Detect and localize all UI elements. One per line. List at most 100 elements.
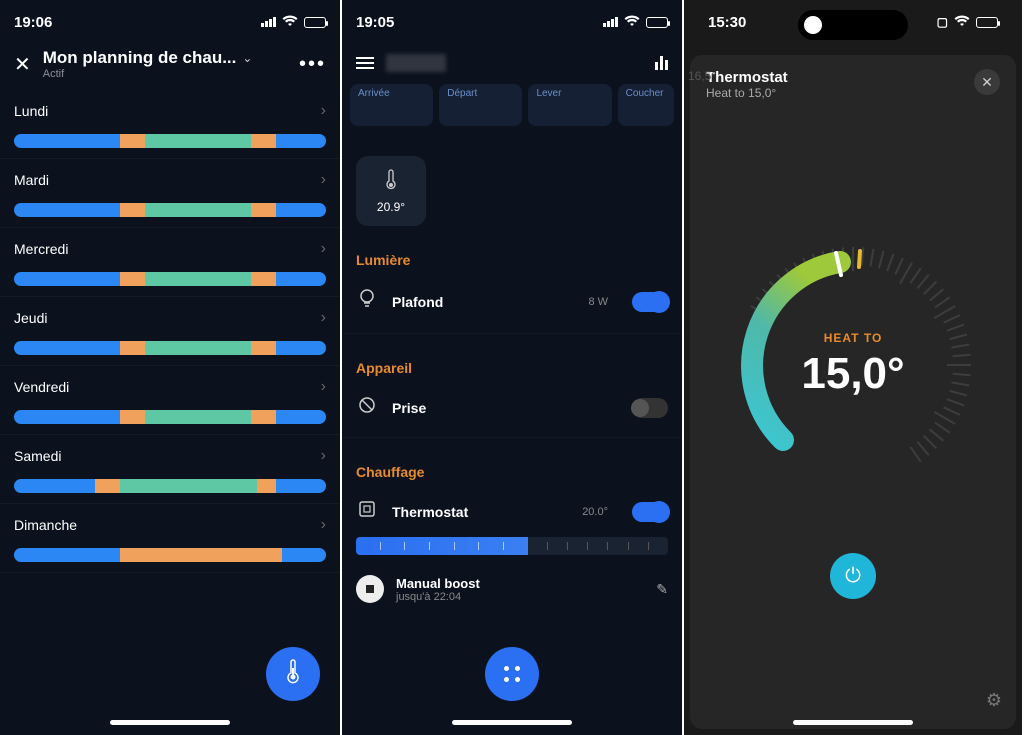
boost-subtitle: jusqu'à 22:04 <box>396 591 644 603</box>
device-meta: 8 W <box>588 296 608 308</box>
cellular-icon <box>603 17 618 27</box>
card-title: Thermostat <box>706 69 788 86</box>
grid-icon <box>504 666 520 682</box>
pencil-icon[interactable]: ✎ <box>656 581 668 598</box>
day-row[interactable]: Jeudi › <box>0 297 340 366</box>
event-card[interactable]: Coucher <box>618 84 674 126</box>
power-button[interactable]: ⏻ <box>830 553 876 599</box>
stop-boost-button[interactable] <box>356 575 384 603</box>
status-icons: ▢ <box>937 14 998 31</box>
day-label: Mardi <box>14 172 49 188</box>
battery-icon <box>304 17 326 28</box>
status-icons <box>261 14 326 31</box>
section-title-light: Lumière <box>342 226 682 270</box>
day-timeline <box>14 272 326 286</box>
day-timeline <box>14 341 326 355</box>
temperature-tile[interactable]: 20.9° <box>356 156 426 226</box>
cellular-icon <box>261 17 276 27</box>
day-label: Mercredi <box>14 241 68 257</box>
home-indicator[interactable] <box>793 720 913 725</box>
boost-text: Manual boost jusqu'à 22:04 <box>396 576 644 603</box>
thermostat-card: 16,5° Thermostat Heat to 15,0° ✕ <box>690 55 1016 729</box>
day-timeline <box>14 479 326 493</box>
room-name-blurred <box>386 54 446 72</box>
event-card[interactable]: Départ <box>439 84 522 126</box>
schedule-screen: 19:06 ✕ Mon planning de chau... ⌄ Actif … <box>0 0 342 735</box>
toggle-thermostat[interactable] <box>632 502 668 522</box>
stats-icon[interactable] <box>655 56 668 70</box>
fab-thermometer[interactable] <box>266 647 320 701</box>
close-icon[interactable]: ✕ <box>14 52 31 77</box>
section-title-heating: Chauffage <box>342 438 682 482</box>
status-bar: 19:06 <box>0 0 340 44</box>
section-title-appliance: Appareil <box>342 334 682 378</box>
power-icon: ⏻ <box>845 565 861 588</box>
day-row[interactable]: Lundi › <box>0 90 340 159</box>
thermostat-slider[interactable] <box>356 537 668 555</box>
home-indicator[interactable] <box>452 720 572 725</box>
dashboard-screen: 19:05 ArrivéeDépartLeverCoucher 20.9° Lu… <box>342 0 684 735</box>
card-header: Thermostat Heat to 15,0° ✕ <box>706 69 1000 100</box>
home-indicator[interactable] <box>110 720 230 725</box>
day-timeline <box>14 410 326 424</box>
day-list: Lundi › Mardi › Mercredi › Jeudi › Vendr… <box>0 90 340 573</box>
focus-icon: ▢ <box>937 15 948 29</box>
heat-to-label: HEAT TO <box>824 331 883 345</box>
menu-icon[interactable] <box>356 57 374 69</box>
ambient-temp: 16,5° <box>688 69 716 83</box>
toggle-prise[interactable] <box>632 398 668 418</box>
device-row-plafond[interactable]: Plafond 8 W <box>342 270 682 334</box>
event-card[interactable]: Arrivée <box>350 84 433 126</box>
chevron-right-icon: › <box>321 447 326 465</box>
day-row[interactable]: Mardi › <box>0 159 340 228</box>
gear-icon[interactable]: ⚙ <box>986 690 1002 711</box>
close-button[interactable]: ✕ <box>974 69 1000 95</box>
page-title: Mon planning de chau... <box>43 48 237 68</box>
chevron-right-icon: › <box>321 171 326 189</box>
chevron-right-icon: › <box>321 240 326 258</box>
status-icons <box>603 14 668 31</box>
chevron-right-icon: › <box>321 102 326 120</box>
battery-charging-icon <box>976 17 998 28</box>
day-row[interactable]: Dimanche › <box>0 504 340 573</box>
screen-header: ✕ Mon planning de chau... ⌄ Actif ••• <box>0 44 340 90</box>
status-bar: 19:05 <box>342 0 682 44</box>
card-subtitle: Heat to 15,0° <box>706 86 788 100</box>
day-label: Vendredi <box>14 379 69 395</box>
dashboard-header <box>342 44 682 84</box>
thermostat-icon <box>356 500 378 523</box>
more-icon[interactable]: ••• <box>299 53 326 76</box>
device-meta: 20.0° <box>582 506 608 518</box>
bulb-icon <box>356 288 378 315</box>
dynamic-island <box>798 10 908 40</box>
thermostat-screen: 15:30 ▢ 16,5° Thermostat Heat to 15,0° ✕ <box>684 0 1024 735</box>
device-row-thermostat[interactable]: Thermostat 20.0° <box>342 482 682 533</box>
device-row-prise[interactable]: Prise <box>342 378 682 438</box>
dial-center: HEAT TO 15,0° <box>723 235 983 495</box>
page-subtitle: Actif <box>43 68 287 80</box>
wifi-icon <box>282 14 298 31</box>
battery-icon <box>646 17 668 28</box>
chevron-down-icon: ⌄ <box>242 51 252 65</box>
day-row[interactable]: Mercredi › <box>0 228 340 297</box>
chevron-right-icon: › <box>321 309 326 327</box>
heat-to-value: 15,0° <box>801 349 904 399</box>
day-timeline <box>14 203 326 217</box>
status-time: 15:30 <box>708 14 746 31</box>
status-time: 19:05 <box>356 14 394 31</box>
chevron-right-icon: › <box>321 516 326 534</box>
day-row[interactable]: Vendredi › <box>0 366 340 435</box>
thermometer-icon <box>385 169 397 194</box>
device-name: Thermostat <box>392 504 568 520</box>
status-bar: 15:30 ▢ <box>684 0 1022 44</box>
event-card[interactable]: Lever <box>528 84 611 126</box>
thermometer-icon <box>286 658 300 690</box>
day-row[interactable]: Samedi › <box>0 435 340 504</box>
manual-boost-row[interactable]: Manual boost jusqu'à 22:04 ✎ <box>342 563 682 615</box>
temperature-value: 20.9° <box>377 200 405 214</box>
fab-rooms[interactable] <box>485 647 539 701</box>
temperature-dial[interactable]: HEAT TO 15,0° <box>723 235 983 495</box>
plug-icon <box>356 396 378 419</box>
title-block[interactable]: Mon planning de chau... ⌄ Actif <box>43 48 287 80</box>
toggle-plafond[interactable] <box>632 292 668 312</box>
